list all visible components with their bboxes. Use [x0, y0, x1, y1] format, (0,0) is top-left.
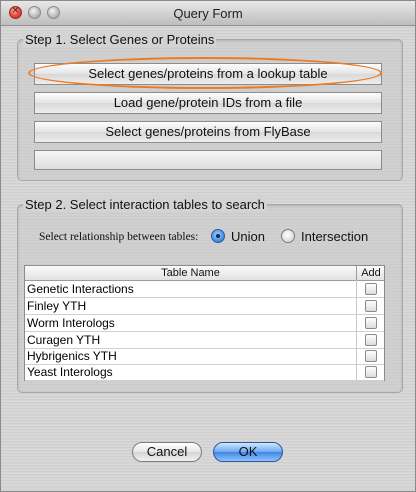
add-checkbox[interactable] — [365, 317, 377, 329]
load-ids-file-button[interactable]: Load gene/protein IDs from a file — [34, 92, 382, 114]
table-row[interactable]: Yeast Interologs — [25, 364, 384, 381]
row-table-name: Curagen YTH — [27, 333, 101, 347]
query-form-window: × Query Form Step 1. Select Genes or Pro… — [0, 0, 416, 492]
window-title: Query Form — [173, 6, 243, 21]
row-table-name: Yeast Interologs — [27, 365, 113, 379]
ok-button[interactable]: OK — [213, 442, 283, 462]
union-radio[interactable] — [211, 229, 225, 243]
flybase-button[interactable]: Select genes/proteins from FlyBase — [34, 121, 382, 143]
row-table-name: Genetic Interactions — [27, 282, 134, 296]
row-table-name: Finley YTH — [27, 299, 87, 313]
table-row[interactable]: Curagen YTH — [25, 332, 384, 349]
selection-status-field — [34, 150, 382, 170]
header-add[interactable]: Add — [357, 266, 385, 280]
lookup-table-button[interactable]: Select genes/proteins from a lookup tabl… — [34, 63, 382, 85]
intersection-label[interactable]: Intersection — [301, 229, 368, 244]
header-table-name[interactable]: Table Name — [25, 266, 356, 280]
title-bar: × Query Form — [1, 1, 415, 26]
step2-label: Step 2. Select interaction tables to sea… — [23, 197, 267, 212]
add-checkbox[interactable] — [365, 300, 377, 312]
union-label[interactable]: Union — [231, 229, 265, 244]
table-header: Table Name Add — [25, 266, 384, 281]
cancel-button[interactable]: Cancel — [132, 442, 202, 462]
table-row[interactable]: Finley YTH — [25, 298, 384, 315]
intersection-radio[interactable] — [281, 229, 295, 243]
add-checkbox[interactable] — [365, 366, 377, 378]
add-checkbox[interactable] — [365, 350, 377, 362]
interaction-table: Table Name Add Genetic Interactions Finl… — [24, 265, 385, 381]
row-table-name: Hybrigenics YTH — [27, 349, 117, 363]
table-row[interactable]: Genetic Interactions — [25, 281, 384, 298]
relationship-label: Select relationship between tables: — [39, 231, 199, 243]
step1-label: Step 1. Select Genes or Proteins — [23, 32, 217, 47]
row-table-name: Worm Interologs — [27, 316, 115, 330]
add-checkbox[interactable] — [365, 334, 377, 346]
table-row[interactable]: Hybrigenics YTH — [25, 348, 384, 365]
radio-dot-icon — [216, 234, 220, 238]
add-checkbox[interactable] — [365, 283, 377, 295]
table-row[interactable]: Worm Interologs — [25, 315, 384, 332]
